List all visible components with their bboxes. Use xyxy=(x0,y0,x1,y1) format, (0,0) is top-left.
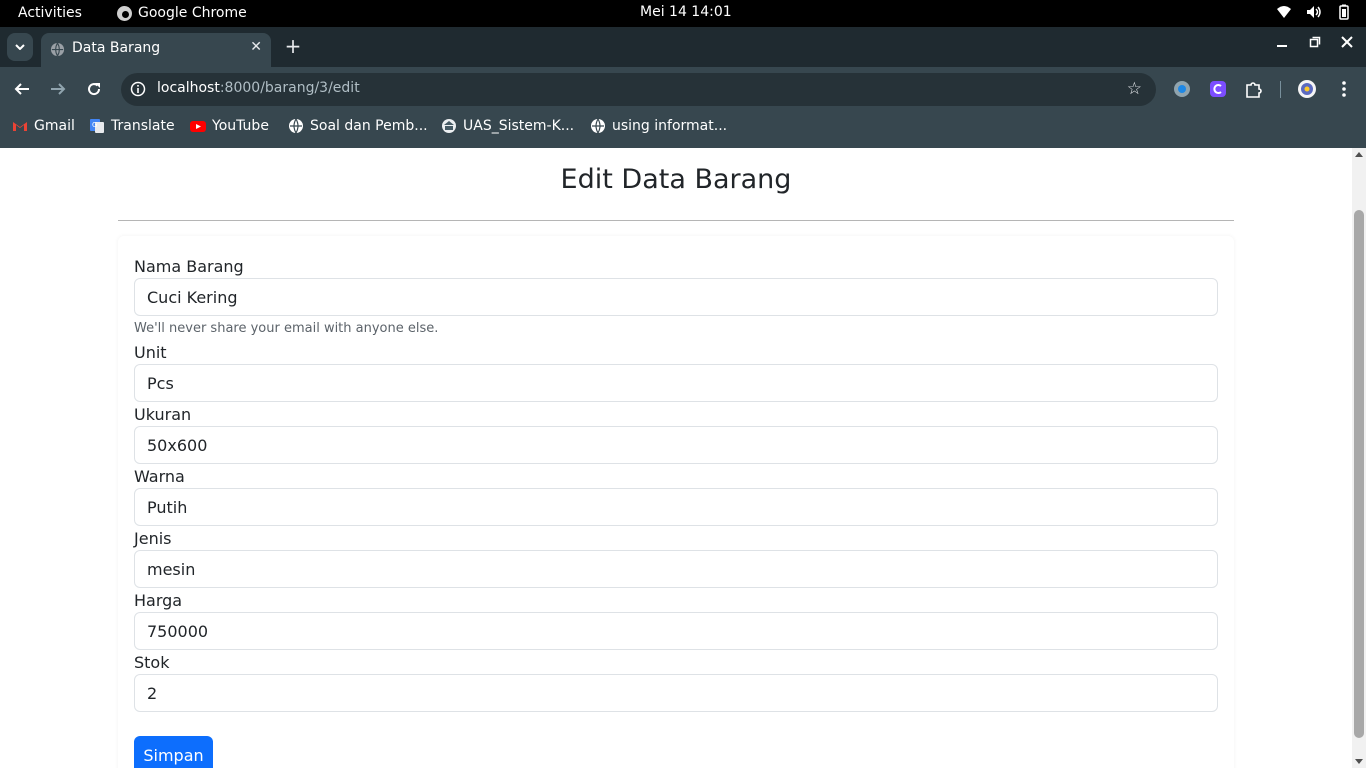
gmail-icon xyxy=(13,122,27,131)
tab-search-button[interactable] xyxy=(7,33,33,61)
maximize-button[interactable] xyxy=(1309,36,1321,52)
profile-avatar[interactable] xyxy=(1297,79,1317,99)
university-icon xyxy=(442,119,456,133)
label-harga: Harga xyxy=(134,591,183,610)
svg-text:G: G xyxy=(92,121,97,129)
label-nama-barang: Nama Barang xyxy=(134,257,244,276)
globe-icon xyxy=(591,118,605,134)
page-scrollbar[interactable] xyxy=(1352,148,1366,768)
chrome-icon xyxy=(117,5,132,21)
extension-icon[interactable] xyxy=(1172,79,1192,99)
bookmark-using[interactable]: using informat... xyxy=(590,118,727,134)
label-unit: Unit xyxy=(134,343,167,362)
reload-icon xyxy=(88,83,101,96)
label-stok: Stok xyxy=(134,653,170,672)
tab-strip: Data Barang ✕ + xyxy=(0,27,1366,67)
label-warna: Warna xyxy=(134,467,185,486)
warna-input[interactable] xyxy=(134,488,1218,526)
puzzle-icon[interactable] xyxy=(1244,79,1264,99)
label-jenis: Jenis xyxy=(134,529,172,548)
extension-icon[interactable] xyxy=(1208,79,1228,99)
ukuran-input[interactable] xyxy=(134,426,1218,464)
translate-icon: G xyxy=(90,119,104,133)
system-tray[interactable] xyxy=(1276,4,1352,20)
scrollbar-thumb[interactable] xyxy=(1354,210,1364,738)
os-top-bar: Activities Google Chrome Mei 14 14:01 xyxy=(0,0,1366,27)
bookmark-label: Gmail xyxy=(34,118,75,134)
tab-close-icon[interactable]: ✕ xyxy=(250,39,262,55)
wifi-icon xyxy=(1277,6,1291,18)
close-window-button[interactable] xyxy=(1341,36,1353,52)
volume-icon xyxy=(1307,6,1321,18)
arrow-left-icon xyxy=(14,83,29,95)
jenis-input[interactable] xyxy=(134,550,1218,588)
back-button[interactable] xyxy=(11,78,33,100)
nama-barang-input[interactable] xyxy=(134,278,1218,316)
bookmark-uas[interactable]: UAS_Sistem-K... xyxy=(441,118,574,134)
bookmark-star-icon[interactable]: ☆ xyxy=(1127,79,1142,99)
more-menu-icon[interactable] xyxy=(1334,79,1354,99)
scroll-down-arrow-icon[interactable] xyxy=(1355,759,1363,764)
bookmarks-bar: Gmail G Translate YouTube Soal dan Pemb.… xyxy=(0,111,1366,148)
bookmark-translate[interactable]: G Translate xyxy=(89,118,175,134)
label-ukuran: Ukuran xyxy=(134,405,192,424)
clock[interactable]: Mei 14 14:01 xyxy=(640,4,732,20)
chevron-down-icon xyxy=(15,44,25,50)
url-text[interactable]: localhost:8000/barang/3/edit xyxy=(157,80,360,96)
url-path: :8000/barang/3/edit xyxy=(219,80,360,96)
scroll-up-arrow-icon[interactable] xyxy=(1355,152,1363,157)
app-name: Google Chrome xyxy=(138,5,247,21)
bookmark-youtube[interactable]: YouTube xyxy=(190,118,269,134)
youtube-icon xyxy=(190,121,206,132)
battery-icon xyxy=(1339,4,1349,20)
browser-toolbar: localhost:8000/barang/3/edit ☆ xyxy=(0,67,1366,111)
globe-icon xyxy=(289,118,303,134)
page-content: Edit Data Barang Nama Barang We'll never… xyxy=(0,148,1352,768)
reload-button[interactable] xyxy=(83,78,105,100)
bookmark-label: UAS_Sistem-K... xyxy=(463,118,575,134)
app-menu[interactable]: Google Chrome xyxy=(117,5,247,21)
restore-icon xyxy=(1309,36,1321,48)
minimize-button[interactable] xyxy=(1276,36,1288,52)
url-host: localhost xyxy=(157,80,220,96)
title-divider xyxy=(118,220,1234,221)
new-tab-button[interactable]: + xyxy=(283,35,303,59)
bookmark-label: YouTube xyxy=(212,118,269,134)
address-bar[interactable]: localhost:8000/barang/3/edit ☆ xyxy=(121,73,1156,106)
forward-button[interactable] xyxy=(47,78,69,100)
bookmark-label: using informat... xyxy=(612,118,728,134)
arrow-right-icon xyxy=(51,83,66,95)
simpan-button[interactable]: Simpan xyxy=(134,736,213,768)
activities-button[interactable]: Activities xyxy=(18,5,82,21)
bookmark-soal[interactable]: Soal dan Pemb... xyxy=(288,118,428,134)
stok-input[interactable] xyxy=(134,674,1218,712)
bookmark-gmail[interactable]: Gmail xyxy=(12,118,75,134)
help-text: We'll never share your email with anyone… xyxy=(134,321,439,336)
globe-icon xyxy=(50,42,65,57)
bookmark-label: Translate xyxy=(111,118,175,134)
bookmark-label: Soal dan Pemb... xyxy=(310,118,428,134)
harga-input[interactable] xyxy=(134,612,1218,650)
page-title: Edit Data Barang xyxy=(560,164,792,195)
close-icon xyxy=(1341,36,1353,48)
tab-title: Data Barang xyxy=(72,40,161,56)
toolbar-divider xyxy=(1280,81,1281,98)
unit-input[interactable] xyxy=(134,364,1218,402)
site-info-icon[interactable] xyxy=(130,81,146,97)
minimize-icon xyxy=(1277,45,1287,47)
tab-active[interactable]: Data Barang ✕ xyxy=(41,33,271,67)
